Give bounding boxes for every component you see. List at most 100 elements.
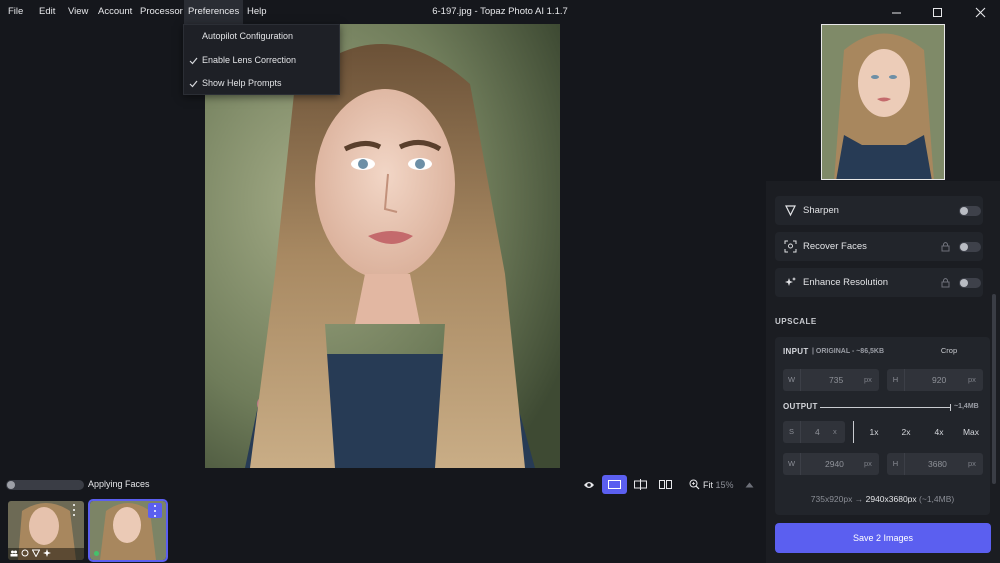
enhance-resolution-label: Enhance Resolution bbox=[803, 277, 889, 288]
recover-faces-toggle[interactable] bbox=[959, 242, 981, 252]
check-icon bbox=[189, 49, 199, 72]
image-canvas[interactable] bbox=[0, 24, 766, 470]
output-size-bar bbox=[820, 404, 951, 411]
menu-account[interactable]: Account bbox=[94, 0, 136, 24]
menu-item-label: Enable Lens Correction bbox=[202, 55, 297, 65]
scale-1x-button[interactable]: 1x bbox=[861, 421, 887, 443]
unit-label: px bbox=[864, 375, 872, 384]
width-prefix: W bbox=[783, 453, 801, 475]
people-icon bbox=[10, 550, 18, 557]
maximize-button[interactable] bbox=[917, 0, 957, 24]
sharpen-row[interactable]: Sharpen bbox=[775, 196, 983, 225]
menu-item-enable-lens-correction[interactable]: Enable Lens Correction bbox=[184, 49, 339, 72]
lock-icon bbox=[941, 242, 950, 252]
split-view-button[interactable] bbox=[629, 475, 651, 494]
menu-view[interactable]: View bbox=[64, 0, 92, 24]
thumbnail-menu-icon[interactable] bbox=[148, 503, 162, 518]
preview-toggle-button[interactable] bbox=[578, 475, 600, 494]
preview-thumbnail[interactable] bbox=[821, 24, 945, 180]
check-icon bbox=[189, 72, 199, 95]
zoom-button[interactable] bbox=[683, 475, 705, 494]
scale-prefix: S bbox=[783, 421, 801, 443]
output-width-field[interactable]: W 2940 px bbox=[783, 453, 879, 475]
bottom-bar: Applying Faces Fit 15% bbox=[0, 470, 766, 563]
recover-faces-label: Recover Faces bbox=[803, 241, 867, 252]
width-prefix: W bbox=[783, 369, 801, 391]
progress-bar bbox=[6, 480, 84, 490]
maximize-icon bbox=[932, 7, 942, 17]
thumbnail-filter-icons bbox=[10, 549, 51, 557]
eye-icon bbox=[584, 481, 594, 488]
close-button[interactable] bbox=[960, 0, 1000, 24]
lock-icon bbox=[941, 278, 950, 288]
progress-label: Applying Faces bbox=[88, 479, 150, 489]
menu-processor[interactable]: Processor bbox=[136, 0, 187, 24]
title-bar: File Edit View Account Processor Prefere… bbox=[0, 0, 1000, 24]
summary-to: 2940x3680px bbox=[865, 494, 917, 504]
menu-item-show-help-prompts[interactable]: Show Help Prompts bbox=[184, 72, 339, 95]
sharpen-label: Sharpen bbox=[803, 205, 839, 216]
zoom-percent: 15% bbox=[715, 480, 734, 490]
menu-item-label: Autopilot Configuration bbox=[202, 31, 294, 41]
sharpen-icon bbox=[32, 549, 40, 557]
right-panel: Sharpen Recover Faces Enhance Resolution… bbox=[766, 24, 1000, 563]
thumbnail-menu-icon[interactable] bbox=[68, 503, 80, 517]
denoise-icon bbox=[21, 549, 29, 557]
input-width-field[interactable]: W 735 px bbox=[783, 369, 879, 391]
scale-field[interactable]: S 4 x bbox=[783, 421, 845, 443]
recover-faces-row[interactable]: Recover Faces bbox=[775, 232, 983, 261]
collapse-filmstrip-button[interactable] bbox=[738, 475, 760, 494]
sparkle-icon bbox=[785, 277, 796, 286]
menu-edit[interactable]: Edit bbox=[35, 0, 59, 24]
sparkle-icon bbox=[43, 549, 51, 557]
side-by-side-view-button[interactable] bbox=[654, 475, 676, 494]
summary-arrow: → bbox=[854, 494, 864, 504]
output-size: ~1,4MB bbox=[954, 403, 979, 410]
face-scan-icon bbox=[784, 240, 797, 253]
sharpen-toggle[interactable] bbox=[959, 206, 981, 216]
filmstrip-thumbnail[interactable] bbox=[8, 501, 84, 560]
menu-preferences[interactable]: Preferences bbox=[184, 0, 244, 24]
side-by-side-icon bbox=[658, 480, 672, 489]
filmstrip-thumbnail-selected[interactable] bbox=[88, 499, 168, 562]
input-width-value: 735 bbox=[829, 375, 844, 385]
scale-4x-button[interactable]: 4x bbox=[926, 421, 952, 443]
height-prefix: H bbox=[887, 453, 905, 475]
scale-max-button[interactable]: Max bbox=[958, 421, 984, 443]
menu-item-autopilot-configuration[interactable]: Autopilot Configuration bbox=[184, 25, 339, 48]
progress-indicator bbox=[7, 481, 15, 489]
output-height-value: 3680 bbox=[928, 459, 947, 469]
menu-file[interactable]: File bbox=[4, 0, 27, 24]
menu-item-label: Show Help Prompts bbox=[202, 78, 282, 88]
height-prefix: H bbox=[887, 369, 905, 391]
output-height-field[interactable]: H 3680 px bbox=[887, 453, 983, 475]
enhance-resolution-row[interactable]: Enhance Resolution bbox=[775, 268, 983, 297]
navigator-preview[interactable] bbox=[766, 24, 1000, 181]
minimize-icon bbox=[891, 12, 901, 13]
output-label: OUTPUT bbox=[783, 402, 818, 411]
summary-size: (~1,4MB) bbox=[919, 494, 955, 504]
scale-2x-button[interactable]: 2x bbox=[893, 421, 919, 443]
single-view-button[interactable] bbox=[602, 475, 627, 494]
crop-button[interactable]: Crop bbox=[926, 343, 972, 359]
sharpen-icon bbox=[785, 205, 796, 217]
divider bbox=[853, 421, 854, 443]
panel-scrollbar[interactable] bbox=[992, 294, 996, 484]
save-images-button[interactable]: Save 2 Images bbox=[775, 523, 991, 553]
minimize-button[interactable] bbox=[876, 0, 916, 24]
menu-help[interactable]: Help bbox=[243, 0, 271, 24]
unit-label: px bbox=[968, 375, 976, 384]
scale-unit: x bbox=[833, 427, 837, 436]
close-icon bbox=[975, 7, 985, 17]
enhance-resolution-toggle[interactable] bbox=[959, 278, 981, 288]
input-height-value: 920 bbox=[932, 375, 947, 385]
upscale-section-title: UPSCALE bbox=[775, 317, 817, 326]
unit-label: px bbox=[968, 459, 976, 468]
zoom-level[interactable]: Fit 15% bbox=[703, 480, 734, 490]
input-height-field[interactable]: H 920 px bbox=[887, 369, 983, 391]
chevron-up-icon bbox=[745, 482, 753, 487]
split-view-icon bbox=[633, 479, 647, 490]
summary-from: 735x920px bbox=[810, 494, 853, 504]
input-info: | ORIGINAL - ~86,5KB bbox=[812, 348, 885, 355]
zoom-icon bbox=[689, 479, 699, 490]
